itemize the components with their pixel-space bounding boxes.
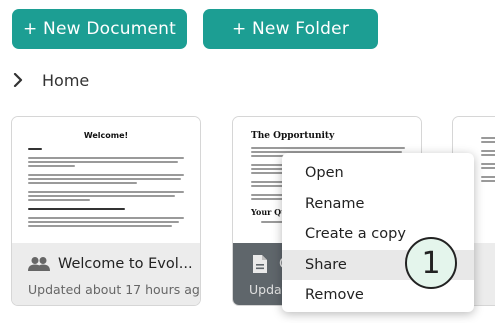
thumbnail-line [28, 178, 181, 180]
card-title: Welcome to Evol... [58, 256, 193, 272]
document-card[interactable]: Welcome! Welcome to Evol... Updated abou… [11, 116, 201, 306]
document-thumbnail: Welcome! [12, 117, 200, 245]
thumbnail-line [481, 154, 495, 156]
breadcrumb: Home [8, 68, 89, 92]
card-updated-text: Updated about 17 hours ago [28, 282, 201, 297]
breadcrumb-home[interactable]: Home [42, 71, 89, 90]
thumbnail-line [481, 176, 495, 178]
menu-item-open[interactable]: Open [282, 158, 474, 189]
thumbnail-line [481, 150, 495, 152]
thumbnail-line [28, 221, 180, 223]
thumbnail-line [28, 161, 178, 163]
chevron-right-icon[interactable] [8, 70, 28, 90]
thumbnail-line [28, 148, 42, 150]
people-icon [28, 254, 50, 274]
thumbnail-line [481, 167, 495, 169]
thumbnail-line [28, 165, 75, 167]
thumbnail-line [28, 195, 175, 197]
thumbnail-line [28, 217, 184, 219]
thumbnail-line [28, 191, 184, 193]
thumbnail-line [481, 180, 495, 182]
new-folder-button[interactable]: + New Folder [203, 9, 378, 49]
thumbnail-line [28, 208, 125, 210]
card-title-row: Welcome to Evol... [28, 254, 193, 274]
card-updated-text: Updat [249, 282, 287, 297]
thumbnail-line [28, 174, 184, 176]
menu-item-rename[interactable]: Rename [282, 189, 474, 220]
thumbnail-title: Welcome! [83, 131, 129, 140]
thumbnail-line [28, 182, 138, 184]
thumbnail-line [28, 157, 184, 159]
context-menu: Open Rename Create a copy Share Remove [282, 153, 474, 312]
thumbnail-title: The Opportunity [251, 131, 335, 141]
card-footer: Welcome to Evol... Updated about 17 hour… [12, 243, 200, 305]
thumbnail-line [28, 199, 91, 201]
step-marker: 1 [405, 237, 457, 289]
thumbnail-line [481, 137, 495, 139]
thumbnail-line [481, 163, 495, 165]
thumbnail-line [251, 147, 405, 149]
document-icon [249, 254, 271, 274]
thumbnail-line [28, 225, 172, 227]
new-document-button[interactable]: + New Document [12, 9, 187, 49]
thumbnail-line [481, 141, 495, 143]
